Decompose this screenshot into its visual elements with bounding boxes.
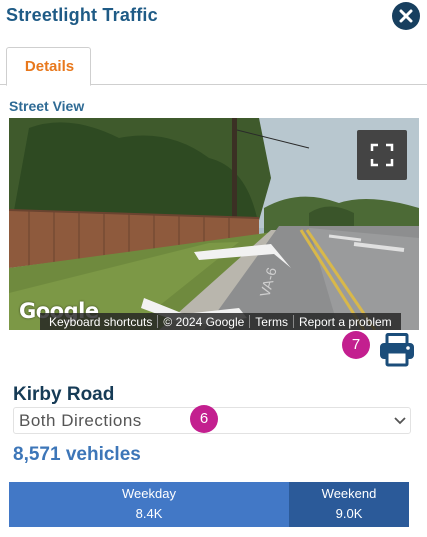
direction-select-value: Both Directions <box>19 411 142 430</box>
close-button[interactable] <box>392 2 420 30</box>
tab-details-label: Details <box>24 58 75 75</box>
weekday-bar: Weekday 8.4K <box>9 482 289 527</box>
report-problem-link[interactable]: Report a problem <box>294 315 397 329</box>
printer-icon <box>380 333 414 367</box>
tab-bar: Details <box>0 46 427 86</box>
weekend-value: 9.0K <box>335 506 363 521</box>
map-attribution: Keyboard shortcuts © 2024 Google Terms R… <box>40 313 401 330</box>
panel-title: Streetlight Traffic <box>6 5 158 25</box>
close-icon <box>399 9 413 23</box>
fullscreen-icon <box>370 143 394 167</box>
tab-details[interactable]: Details <box>6 47 91 86</box>
chevron-down-icon <box>394 417 406 425</box>
panel-header: Streetlight Traffic <box>0 0 427 34</box>
weekday-label: Weekday <box>122 486 176 501</box>
street-view-label: Street View <box>9 98 85 114</box>
weekday-value: 8.4K <box>135 506 163 521</box>
road-name: Kirby Road <box>13 384 115 405</box>
annotation-marker-direction: 6 <box>190 405 218 433</box>
weekend-label: Weekend <box>321 486 377 501</box>
weekend-bar: Weekend 9.0K <box>289 482 409 527</box>
annotation-marker-print: 7 <box>342 331 370 359</box>
fullscreen-button[interactable] <box>357 130 407 180</box>
copyright-text: © 2024 Google <box>163 314 245 329</box>
vehicle-count: 8,571 vehicles <box>13 444 141 465</box>
street-view-panorama[interactable]: VA-6 Google Keyboard shortcuts © 2024 Go… <box>9 118 419 330</box>
keyboard-shortcuts-link[interactable]: Keyboard shortcuts <box>44 315 157 329</box>
terms-link[interactable]: Terms <box>250 315 293 329</box>
print-button[interactable] <box>378 333 416 367</box>
